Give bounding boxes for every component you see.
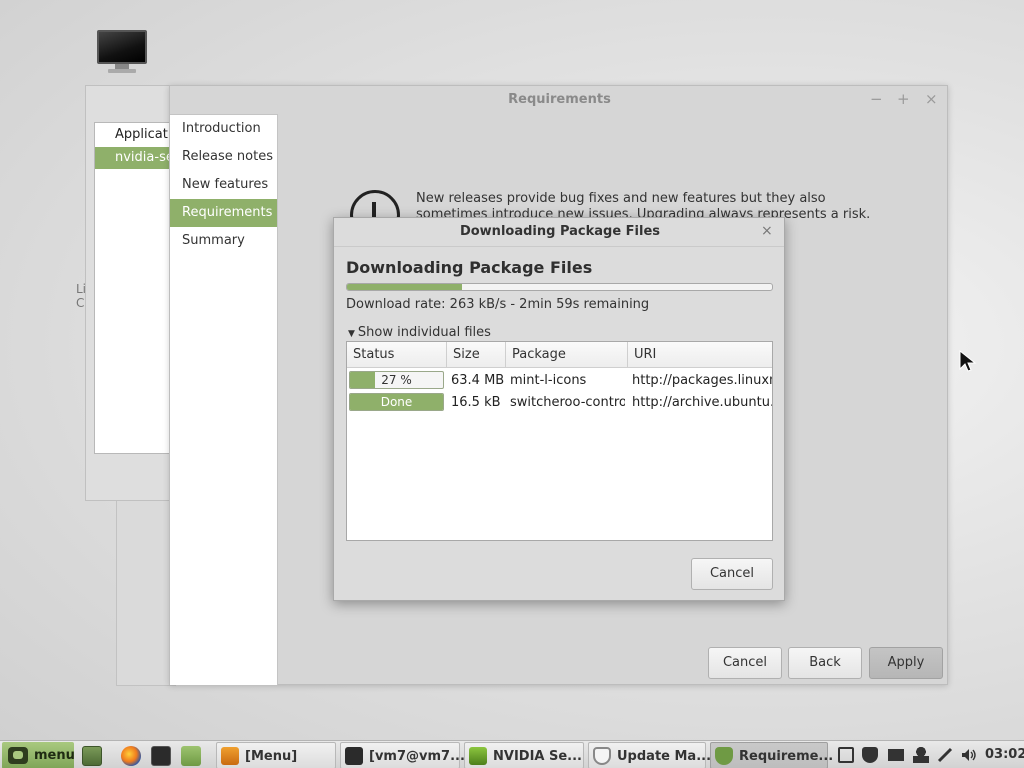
- terminal-icon: [345, 747, 363, 765]
- taskbar-item-label: Update Ma...: [617, 749, 712, 764]
- download-rate-label: Download rate: 263 kB/s - 2min 59s remai…: [346, 297, 650, 312]
- computer-desktop-icon[interactable]: [97, 30, 147, 74]
- clock[interactable]: 03:02: [985, 747, 1024, 762]
- wizard-sidebar: Introduction Release notes New features …: [170, 114, 278, 685]
- column-header-status[interactable]: Status: [347, 342, 447, 368]
- show-files-expander[interactable]: ▼ Show individual files: [348, 325, 491, 340]
- window-title: Requirements: [508, 92, 611, 107]
- taskbar-item-label: Requireme...: [739, 749, 834, 764]
- files-table[interactable]: Status Size Package URI 27 % 63.4 MB min…: [346, 341, 773, 541]
- row-package: switcheroo-control: [510, 395, 625, 410]
- expander-label: Show individual files: [357, 325, 491, 340]
- row-status-text: Done: [380, 395, 413, 409]
- menu-button[interactable]: menu: [2, 742, 75, 768]
- column-header-size[interactable]: Size: [447, 342, 506, 368]
- mouse-cursor-icon: [959, 350, 977, 372]
- clipboard-icon[interactable]: [838, 747, 854, 763]
- column-header-package[interactable]: Package: [506, 342, 628, 368]
- menu-editor-icon: [221, 747, 239, 765]
- sidebar-item-release-notes[interactable]: Release notes: [170, 143, 277, 171]
- background-list-panel: Applicatio nvidia-se: [94, 122, 179, 454]
- network-icon[interactable]: [937, 747, 953, 763]
- taskbar-item-update-manager[interactable]: Update Ma...: [588, 742, 711, 768]
- row-size: 16.5 kB: [451, 395, 501, 410]
- shield-icon[interactable]: [862, 747, 878, 763]
- display-icon[interactable]: [888, 749, 904, 761]
- firefox-icon[interactable]: [121, 746, 141, 766]
- sidebar-item-requirements[interactable]: Requirements: [170, 199, 277, 227]
- sidebar-item-summary[interactable]: Summary: [170, 227, 277, 255]
- volume-icon[interactable]: [961, 747, 977, 763]
- dialog-close-icon[interactable]: ×: [761, 223, 773, 239]
- dialog-title: Downloading Package Files: [459, 224, 661, 239]
- monitor-base: [108, 69, 136, 73]
- menu-label: menu: [34, 748, 75, 763]
- sidebar-item-new-features[interactable]: New features: [170, 171, 277, 199]
- sidebar-item-introduction[interactable]: Introduction: [170, 115, 277, 143]
- terminal-icon[interactable]: [151, 746, 171, 766]
- dialog-heading: Downloading Package Files: [346, 258, 593, 277]
- expander-triangle-icon: ▼: [348, 329, 355, 339]
- row-progress-bar: 27 %: [349, 371, 444, 389]
- cancel-button[interactable]: Cancel: [708, 647, 782, 679]
- background-window[interactable]: Applicatio nvidia-se: [85, 85, 179, 501]
- shield-icon: [593, 747, 611, 765]
- nvidia-icon: [469, 747, 487, 765]
- background-window-edge: [116, 500, 176, 686]
- row-uri: http://archive.ubuntu.c: [632, 395, 772, 410]
- dialog-cancel-button[interactable]: Cancel: [691, 558, 773, 590]
- overall-progress-bar: [346, 283, 773, 291]
- row-package: mint-l-icons: [510, 373, 587, 388]
- row-progress-bar: Done: [349, 393, 444, 411]
- user-icon[interactable]: [913, 747, 929, 763]
- taskbar: menu [Menu] [vm7@vm7... NVIDIA Se... Upd…: [0, 740, 1024, 768]
- taskbar-item-label: [Menu]: [245, 749, 298, 764]
- download-dialog: Downloading Package Files × Downloading …: [333, 217, 785, 601]
- dialog-title-separator: [334, 246, 784, 247]
- update-shield-icon: [715, 747, 733, 765]
- apply-button[interactable]: Apply: [869, 647, 943, 679]
- column-header-uri[interactable]: URI: [628, 342, 772, 368]
- show-desktop-icon[interactable]: [82, 746, 102, 766]
- maximize-button[interactable]: +: [897, 90, 910, 108]
- row-status-text: 27 %: [381, 373, 412, 387]
- background-selected-row[interactable]: nvidia-se: [95, 147, 175, 169]
- taskbar-item-label: NVIDIA Se...: [493, 749, 582, 764]
- row-size: 63.4 MB: [451, 373, 505, 388]
- minimize-button[interactable]: −: [870, 90, 883, 108]
- taskbar-item-label: [vm7@vm7...: [369, 749, 465, 764]
- taskbar-item-requirements[interactable]: Requireme...: [710, 742, 833, 768]
- mint-logo-icon: [8, 747, 28, 764]
- row-uri: http://packages.linuxm: [632, 373, 772, 388]
- taskbar-item-terminal[interactable]: [vm7@vm7...: [340, 742, 465, 768]
- overall-progress-fill: [347, 284, 462, 290]
- files-icon[interactable]: [181, 746, 201, 766]
- taskbar-item-nvidia[interactable]: NVIDIA Se...: [464, 742, 584, 768]
- back-button[interactable]: Back: [788, 647, 862, 679]
- taskbar-item-menu[interactable]: [Menu]: [216, 742, 336, 768]
- monitor-screen: [97, 30, 147, 64]
- close-button[interactable]: ×: [925, 90, 938, 108]
